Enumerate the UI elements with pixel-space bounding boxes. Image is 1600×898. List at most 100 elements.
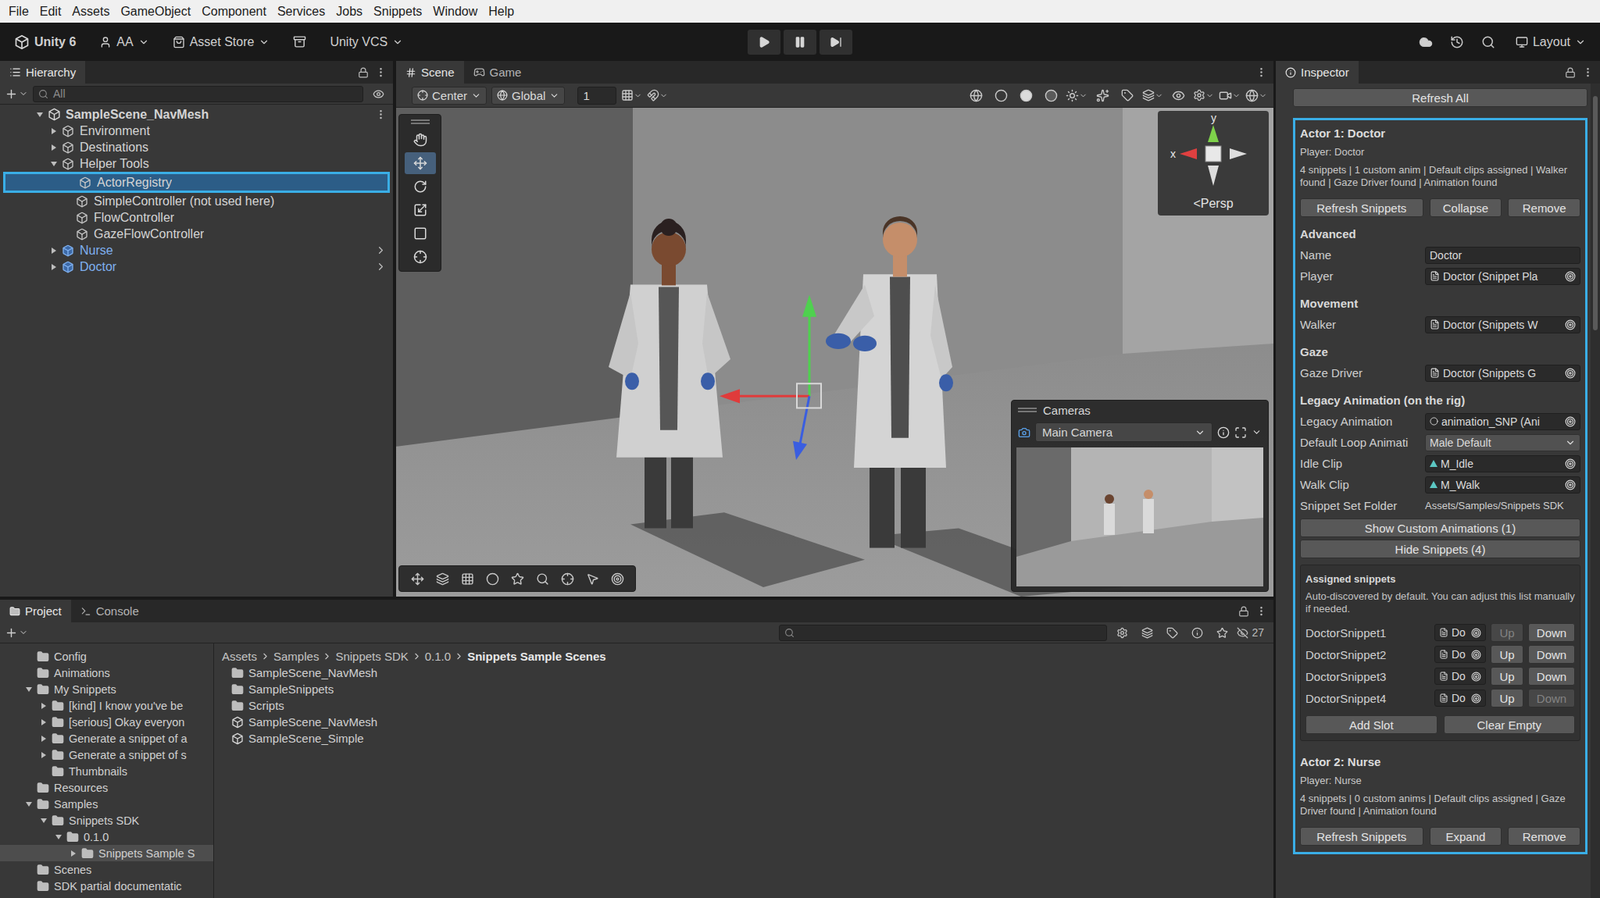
open-prefab-icon[interactable] [375,260,387,273]
step-button[interactable] [819,29,853,55]
down-button[interactable]: Down [1528,667,1575,686]
overlay-button[interactable] [457,569,478,589]
folder-item[interactable]: [serious] Okay everyon [0,714,214,731]
slot-field[interactable]: Do [1434,689,1486,708]
info-icon[interactable] [1217,426,1230,440]
up-button[interactable]: Up [1490,645,1524,665]
grid-size-field[interactable]: 1 [577,86,617,105]
asset-item[interactable]: Scripts [221,697,1274,715]
asset-item[interactable]: SampleScene_NavMesh [221,664,1274,682]
collapsed-arrow-icon[interactable] [46,140,61,155]
more-icon[interactable] [1255,66,1268,79]
scene-viewport[interactable]: yx<PerspCamerasMain Camera [396,107,1274,597]
object-field[interactable]: Doctor (Snippets W [1425,316,1581,334]
actor-button[interactable]: Remove [1507,827,1581,847]
expanded-arrow-icon[interactable] [32,107,47,122]
refresh-all-button[interactable]: Refresh All [1292,88,1588,108]
menu-item[interactable]: Services [271,1,331,22]
breadcrumb-item[interactable]: Snippets Sample Scenes [467,650,607,664]
gizmos-button[interactable] [1245,85,1268,105]
folder-item[interactable]: Thumbnails [0,763,214,780]
lighting-button[interactable] [1065,85,1088,105]
product-button[interactable]: Unity 6 [7,30,83,54]
hierarchy-item[interactable]: Environment [0,122,393,140]
object-picker-icon[interactable] [1564,367,1576,379]
object-picker-icon[interactable] [1564,319,1576,331]
actor-button[interactable]: Refresh Snippets [1300,198,1424,218]
folder-item[interactable]: 0.1.0 [0,828,214,846]
actor-button[interactable]: Refresh Snippets [1300,827,1424,847]
asset-item[interactable]: SampleScene_Simple [221,730,1274,747]
object-picker-icon[interactable] [1564,271,1576,283]
object-field[interactable]: Doctor (Snippet Pla [1425,267,1581,286]
lock-icon[interactable] [1238,606,1250,618]
overlay-button[interactable] [482,569,503,589]
project-tab[interactable]: Console [71,600,149,623]
inspector-tab[interactable]: Inspector [1275,60,1359,84]
overlay-button[interactable] [507,569,528,589]
expanded-arrow-icon[interactable] [46,157,61,172]
shaded-button[interactable] [990,85,1011,105]
hierarchy-item[interactable]: GazeFlowController [0,225,393,243]
add-menu[interactable] [4,626,29,640]
overlay-button[interactable] [607,569,628,589]
scale-tool[interactable] [404,199,436,222]
scene-tab[interactable]: Game [464,60,532,84]
more-icon[interactable] [1582,66,1594,79]
grid-button[interactable] [621,85,643,105]
search-options-button[interactable] [1111,623,1133,643]
menu-item[interactable]: Assets [66,1,115,22]
render-button[interactable] [1040,85,1061,105]
menu-item[interactable]: Edit [34,1,68,22]
menu-item[interactable]: Snippets [367,1,428,22]
menu-item[interactable]: GameObject [114,1,197,22]
folder-item[interactable]: SDK partial documentatic [0,878,214,895]
hierarchy-tab[interactable]: Hierarchy [0,60,86,84]
lock-icon[interactable] [1564,67,1576,79]
scene-menu-icon[interactable] [375,108,387,121]
object-picker-icon[interactable] [1471,693,1482,704]
menu-item[interactable]: Component [196,1,272,22]
folder-item[interactable]: Snippets SDK [0,812,214,829]
filter-type-button[interactable] [1136,623,1158,643]
folder-item[interactable]: My Snippets [0,681,214,698]
rect-tool[interactable] [404,222,436,245]
more-icon[interactable] [375,66,387,79]
expanded-arrow-icon[interactable] [35,814,52,829]
folder-item[interactable]: Samples [0,796,214,813]
down-button[interactable]: Down [1528,645,1575,665]
toggle-button[interactable]: Show Custom Animations (1) [1300,518,1581,538]
play-button[interactable] [747,29,781,55]
hierarchy-item[interactable]: SimpleController (not used here) [0,192,393,210]
audio-button[interactable] [1117,85,1138,105]
object-field[interactable]: animation_SNP (Ani [1425,413,1581,431]
menu-item[interactable]: Window [427,1,483,22]
camera-button[interactable] [1218,85,1241,105]
collapsed-arrow-icon[interactable] [46,243,61,258]
expanded-arrow-icon[interactable] [21,797,37,812]
folder-item[interactable]: Config [0,648,214,665]
visibility-button[interactable] [1167,85,1189,105]
orientation-gizmo-icon[interactable]: yx [1162,110,1265,197]
asset-item[interactable]: SampleSnippets [221,681,1274,698]
slot-action-button[interactable]: Clear Empty [1443,715,1576,735]
view-tool[interactable] [404,128,436,151]
object-picker-icon[interactable] [1471,671,1482,683]
hierarchy-item[interactable]: Nurse [0,242,393,259]
overlay-button[interactable] [432,569,453,589]
hierarchy-item[interactable]: Destinations [0,139,393,156]
account-button[interactable]: AA [92,31,155,54]
hierarchy-item[interactable]: Helper Tools [0,155,393,172]
collapsed-arrow-icon[interactable] [35,699,52,714]
collapsed-arrow-icon[interactable] [46,260,61,275]
collapsed-arrow-icon[interactable] [35,715,52,730]
view-2d-button[interactable] [1092,85,1113,105]
pivot-dropdown[interactable]: Center [411,86,487,105]
lit-button[interactable] [1015,85,1036,105]
folder-item[interactable]: Resources [0,779,214,797]
filter-label-button[interactable] [1161,623,1183,643]
object-field[interactable]: Doctor (Snippets G [1425,364,1581,383]
breadcrumb-item[interactable]: 0.1.0 [425,650,451,664]
scene-visibility-button[interactable] [367,84,389,104]
object-picker-icon[interactable] [1471,650,1482,661]
